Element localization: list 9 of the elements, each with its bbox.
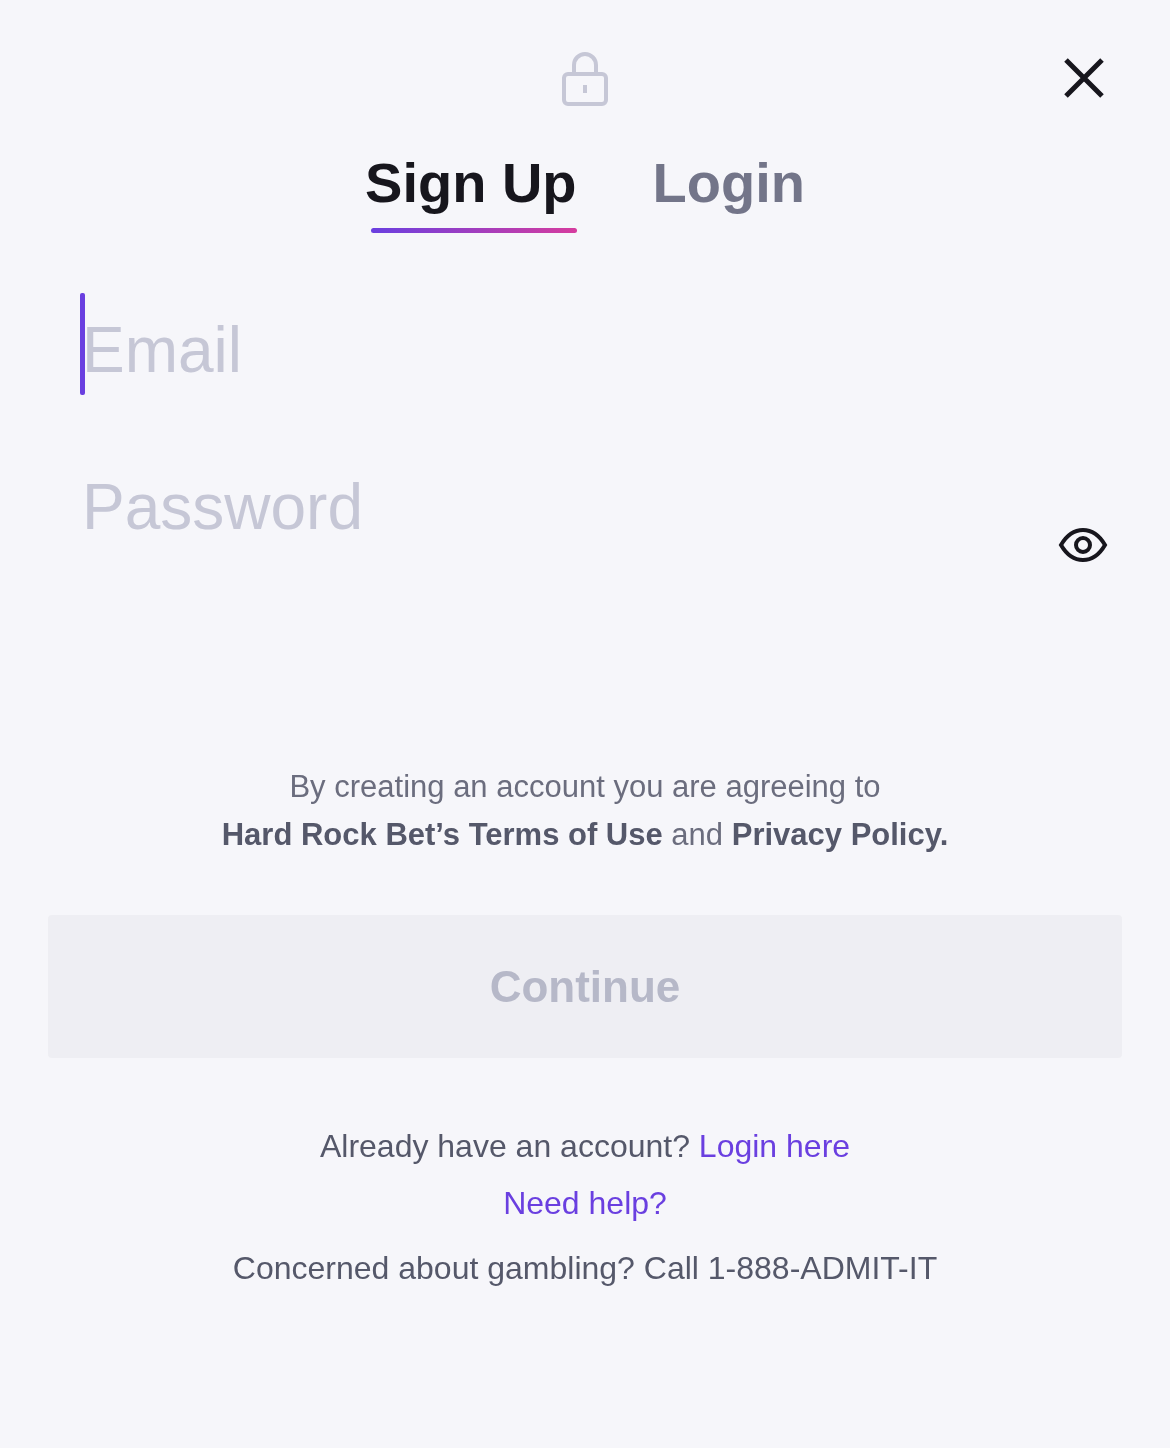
tab[interactable]: Sign Up [365,150,577,233]
gambling-notice: Concerned about gambling? Call 1-888-ADMIT-IT [231,1250,939,1287]
eye-icon[interactable] [1058,527,1108,563]
terms-text: By creating an account you are agreeing to Hard Rock Bet’s Terms of Use and Privacy Policy. [220,768,950,854]
lock-icon [561,50,609,106]
login-link[interactable]: Login here [698,1128,851,1164]
help-link[interactable]: Need help? [503,1185,667,1221]
tab[interactable]: Login [652,150,805,233]
account-prompt: Already have an account? [319,1128,690,1164]
